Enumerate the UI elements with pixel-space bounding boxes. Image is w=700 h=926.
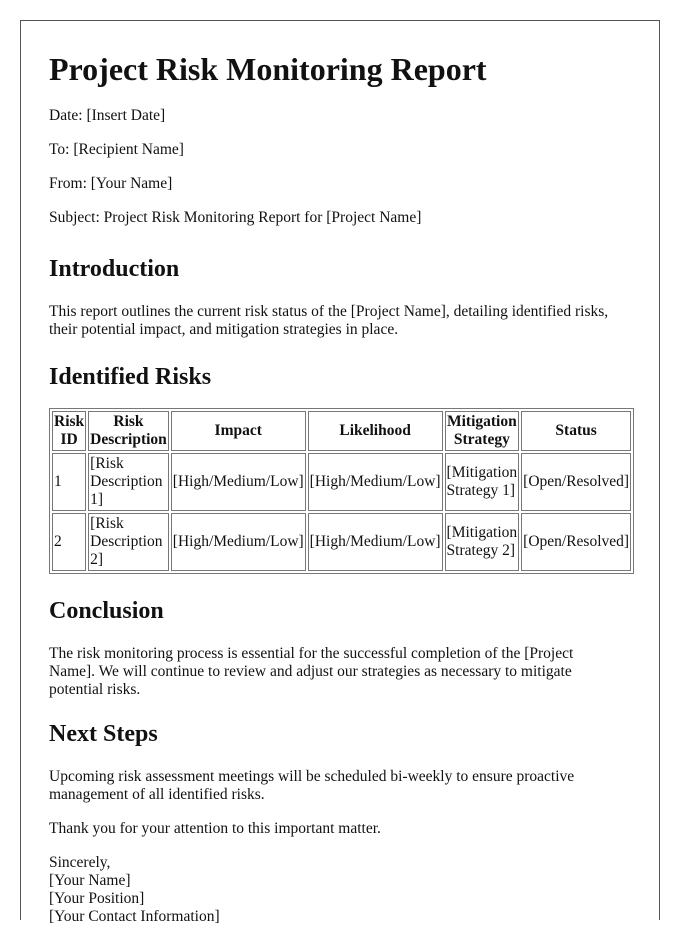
signoff-name: [Your Name]: [49, 872, 131, 889]
cell-mitigation-strategy: [Mitigation Strategy 1]: [444, 453, 520, 511]
thank-you-text: Thank you for your attention to this imp…: [49, 820, 381, 837]
page-title: Project Risk Monitoring Report: [49, 51, 487, 87]
cell-mitigation-strategy: [Mitigation Strategy 2]: [444, 513, 520, 571]
to-line: To: [Recipient Name]: [49, 141, 184, 158]
col-likelihood: Likelihood: [307, 411, 443, 451]
col-status: Status: [521, 411, 632, 451]
cell-impact: [High/Medium/Low]: [170, 513, 306, 571]
introduction-section: Introduction This report outlines the cu…: [49, 254, 631, 339]
introduction-heading: Introduction: [49, 256, 180, 282]
date-line: Date: [Insert Date]: [49, 107, 166, 124]
cell-impact: [High/Medium/Low]: [170, 453, 306, 511]
identified-risks-section: Identified Risks Risk ID Risk Descriptio…: [49, 362, 635, 574]
report-meta: Date: [Insert Date] To: [Recipient Name]…: [49, 107, 631, 227]
cell-risk-id: 2: [52, 513, 87, 571]
col-risk-id: Risk ID: [52, 411, 87, 451]
cell-risk-description: [Risk Description 1]: [88, 453, 169, 511]
next-steps-text: Upcoming risk assessment meetings will b…: [49, 768, 575, 803]
risk-table: Risk ID Risk Description Impact Likeliho…: [49, 408, 635, 574]
col-impact: Impact: [170, 411, 306, 451]
cell-risk-id: 1: [52, 453, 87, 511]
col-risk-description: Risk Description: [88, 411, 169, 451]
table-row: 2 [Risk Description 2] [High/Medium/Low]…: [52, 513, 632, 571]
cell-likelihood: [High/Medium/Low]: [307, 513, 443, 571]
subject-line: Subject: Project Risk Monitoring Report …: [49, 209, 422, 226]
cell-status: [Open/Resolved]: [521, 453, 632, 511]
report-page: Project Risk Monitoring Report Date: [In…: [20, 20, 660, 925]
from-line: From: [Your Name]: [49, 175, 173, 192]
introduction-text: This report outlines the current risk st…: [49, 303, 609, 338]
conclusion-text: The risk monitoring process is essential…: [49, 645, 574, 698]
identified-risks-heading: Identified Risks: [49, 364, 212, 390]
col-mitigation-strategy: Mitigation Strategy: [444, 411, 520, 451]
signoff-block: Sincerely, [Your Name] [Your Position] […: [49, 854, 631, 926]
cell-likelihood: [High/Medium/Low]: [307, 453, 443, 511]
cell-status: [Open/Resolved]: [521, 513, 632, 571]
signoff-contact: [Your Contact Information]: [49, 908, 220, 925]
conclusion-heading: Conclusion: [49, 598, 164, 624]
next-steps-heading: Next Steps: [49, 721, 158, 747]
table-row: 1 [Risk Description 1] [High/Medium/Low]…: [52, 453, 632, 511]
cell-risk-description: [Risk Description 2]: [88, 513, 169, 571]
conclusion-section: Conclusion The risk monitoring process i…: [49, 596, 631, 699]
risk-table-header-row: Risk ID Risk Description Impact Likeliho…: [52, 411, 632, 451]
signoff-closing: Sincerely,: [49, 854, 111, 871]
next-steps-section: Next Steps Upcoming risk assessment meet…: [49, 719, 631, 838]
signoff-position: [Your Position]: [49, 890, 145, 907]
